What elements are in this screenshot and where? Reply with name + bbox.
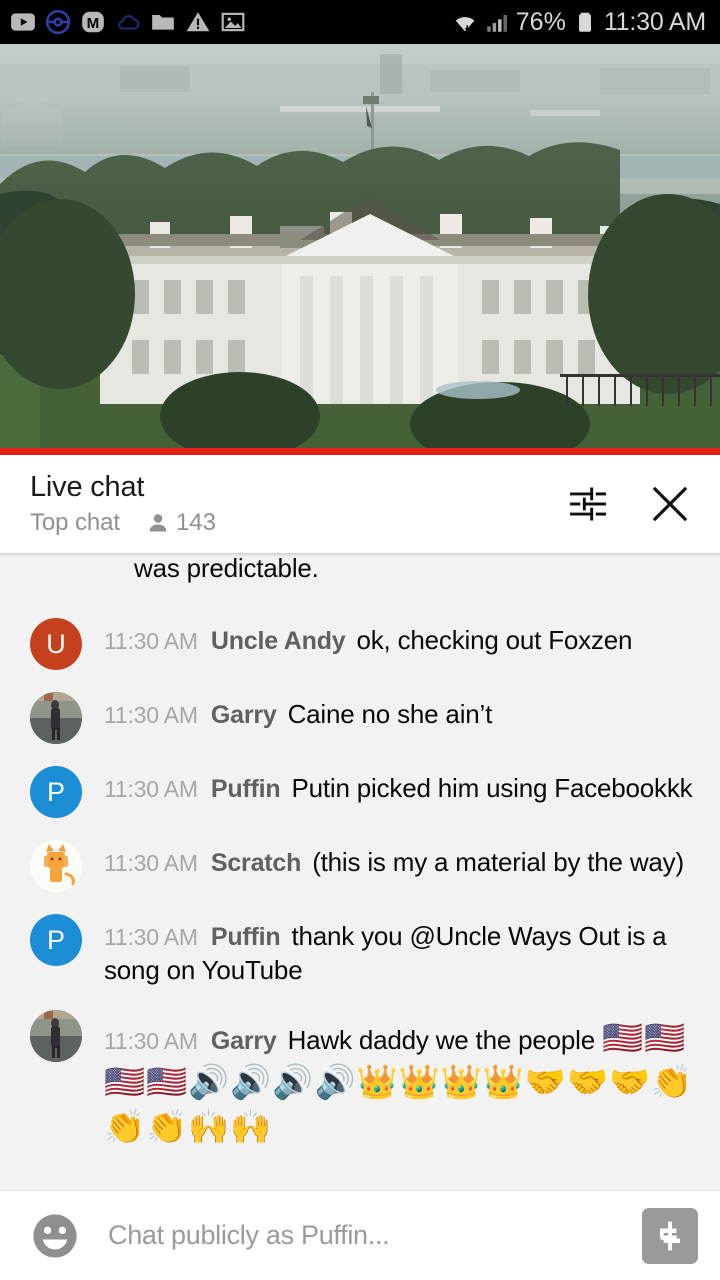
folder-icon [150, 9, 176, 35]
live-chat-header-titles: Live chat Top chat 143 [30, 471, 560, 537]
message-body: 11:30 AM Garry Caine no she ain’t [104, 692, 700, 732]
close-icon [652, 486, 688, 522]
message-body: 11:30 AM Puffin thank you @Uncle Ways Out … [104, 914, 700, 988]
avatar[interactable] [30, 692, 82, 744]
message-author[interactable]: Uncle Andy [211, 627, 346, 655]
avatar-photo-icon [30, 692, 82, 744]
avatar[interactable] [30, 1009, 82, 1062]
page-title: Live chat [30, 470, 145, 503]
avatar[interactable]: P [30, 914, 82, 966]
message-author[interactable]: Garry [211, 701, 277, 729]
chat-mode-label[interactable]: Top chat [30, 509, 120, 537]
m-badge-icon: M [80, 9, 106, 35]
pokeball-icon [45, 9, 71, 35]
message-timestamp: 11:30 AM [104, 850, 198, 876]
message-body: 11:30 AM Scratch (this is my a material by… [104, 840, 700, 880]
status-bar-notification-icons: M [10, 9, 246, 35]
message-author[interactable]: Puffin [211, 775, 281, 803]
white-house-live-stream [0, 44, 720, 455]
list-item: was predictable. [0, 553, 720, 607]
battery-icon [572, 9, 598, 35]
battery-percent-label: 76% [515, 7, 566, 36]
live-chat-subheader: Top chat 143 [30, 509, 560, 537]
message-text: Putin picked him using Facebookkk [291, 773, 693, 803]
avatar[interactable] [30, 840, 82, 892]
close-chat-button[interactable] [642, 476, 698, 532]
youtube-icon [10, 9, 36, 35]
chat-settings-button[interactable] [560, 476, 616, 532]
message-timestamp: 11:30 AM [104, 924, 198, 950]
message-timestamp: 11:30 AM [104, 628, 198, 654]
message-timestamp: 11:30 AM [104, 1027, 198, 1054]
avatar-letter: P [46, 776, 65, 807]
avatar[interactable]: U [30, 618, 82, 670]
chat-input-bar [0, 1190, 720, 1280]
svg-text:M: M [87, 15, 100, 32]
avatar-letter: U [46, 628, 66, 659]
list-item[interactable]: P 11:30 AM Puffin thank you @Uncle Ways Ou… [0, 903, 720, 999]
status-bar-system-icons: 76% 11:30 AM [452, 8, 706, 37]
dollar-icon [660, 1221, 680, 1250]
list-item[interactable]: P 11:30 AM Puffin Putin picked him using F… [0, 755, 720, 829]
message-timestamp: 11:30 AM [104, 776, 198, 802]
message-timestamp: 11:30 AM [104, 702, 198, 728]
warning-icon [185, 9, 211, 35]
message-text: Caine no she ain’t [287, 699, 493, 729]
avatar[interactable]: P [30, 766, 82, 818]
chat-settings-icon [570, 487, 606, 521]
avatar-letter: P [46, 924, 65, 955]
clock-label: 11:30 AM [603, 7, 706, 36]
video-progress-bar[interactable] [0, 448, 720, 455]
wifi-transfer-icon [452, 9, 478, 35]
list-item[interactable]: 11:30 AM Garry Caine no she ain’t [0, 681, 720, 755]
cell-signal-icon [484, 9, 510, 35]
viewer-count: 143 [146, 509, 216, 537]
message-body: 11:30 AM Uncle Andy ok, checking out Foxze… [104, 618, 700, 658]
list-item[interactable]: U 11:30 AM Uncle Andy ok, checking out Fox… [0, 607, 720, 681]
message-body: 11:30 AM Puffin Putin picked him using Fac… [104, 766, 700, 806]
super-chat-button[interactable] [642, 1207, 698, 1264]
avatar-cat-icon [30, 840, 82, 892]
cloud-icon [115, 9, 141, 35]
list-item[interactable]: 11:30 AM Scratch (this is my a material by… [0, 829, 720, 903]
avatar-photo-icon [30, 1009, 82, 1062]
message-text: ok, checking out Foxzen [356, 625, 633, 655]
live-chat-header: Live chat Top chat 143 [0, 455, 720, 553]
message-author[interactable]: Scratch [211, 849, 302, 877]
image-icon [220, 9, 246, 35]
emoji-smiley-icon [33, 1213, 77, 1258]
video-player[interactable] [0, 44, 720, 455]
chat-message-list[interactable]: was predictable. U 11:30 AM Uncle Andy ok,… [0, 553, 720, 1190]
status-bar: M 76% 11:30 AM [0, 0, 720, 44]
phone-screen: M 76% 11:30 AM Live chat Top chat 143 wa… [0, 0, 720, 1280]
live-chat-header-actions [560, 476, 698, 532]
list-item[interactable]: 11:30 AM Garry Hawk daddy we the people 🇺🇸… [0, 999, 720, 1161]
message-body: 11:30 AM Garry Hawk daddy we the people 🇺🇸… [104, 1010, 700, 1150]
message-author[interactable]: Puffin [211, 923, 281, 951]
emoji-picker-button[interactable] [28, 1209, 82, 1263]
message-text: (this is my a material by the way) [312, 847, 684, 877]
message-text-partial: was predictable. [134, 553, 319, 583]
message-text: Hawk daddy we the people [287, 1024, 603, 1055]
viewer-count-label: 143 [175, 509, 216, 537]
person-icon [149, 514, 167, 532]
chat-input[interactable] [108, 1220, 642, 1251]
message-author[interactable]: Garry [211, 1027, 277, 1055]
